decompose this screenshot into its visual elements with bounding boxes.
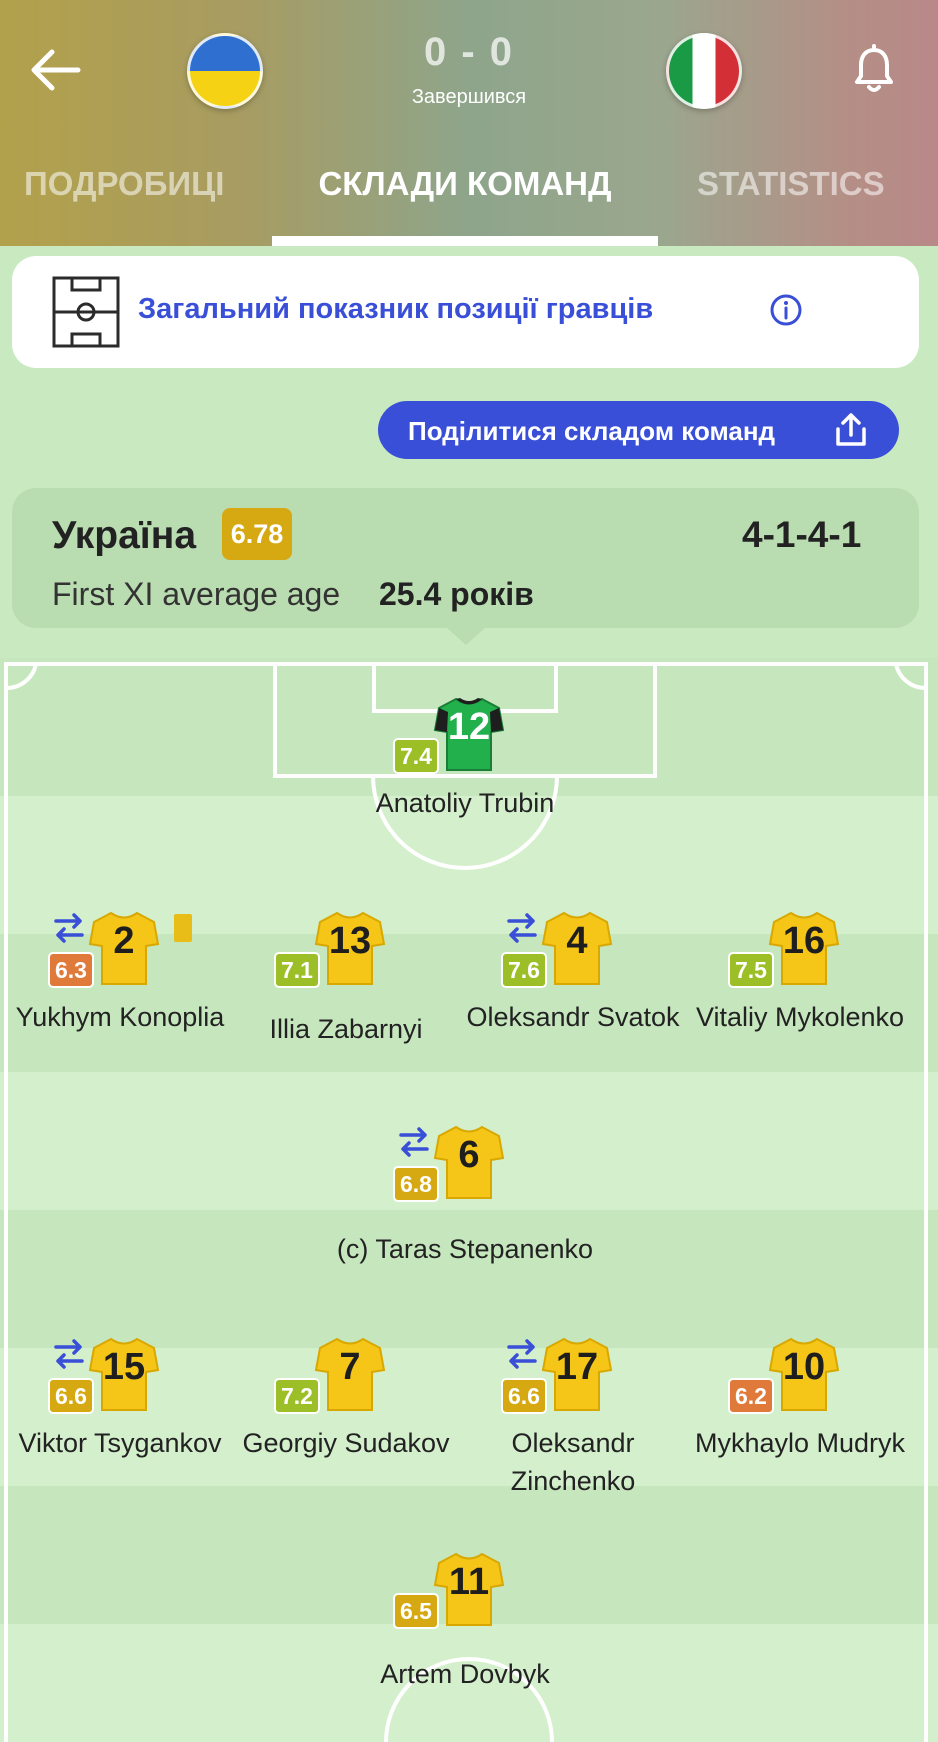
team-rating-badge: 6.78 bbox=[222, 508, 292, 560]
player-card-cb-2[interactable]: 4 7.6 Oleksandr Svatok bbox=[463, 910, 683, 1110]
pitch-icon bbox=[52, 276, 120, 348]
team-name: Україна bbox=[52, 514, 197, 557]
player-rating: 6.2 bbox=[728, 1378, 774, 1414]
share-icon bbox=[836, 413, 866, 446]
player-name: Illia Zabarnyi bbox=[269, 1014, 423, 1044]
player-number: 12 bbox=[447, 706, 491, 748]
share-lineup-label: Поділитися складом команд bbox=[408, 416, 776, 446]
player-name: Georgiy Sudakov bbox=[242, 1428, 450, 1458]
player-rating: 6.8 bbox=[393, 1166, 439, 1202]
substitution-icon bbox=[54, 1339, 84, 1369]
tab-lineups[interactable]: СКЛАДИ КОМАНД bbox=[272, 165, 658, 203]
player-number: 11 bbox=[448, 1561, 490, 1603]
player-name: Mykhaylo Mudryk bbox=[694, 1428, 906, 1458]
lineup-pitch: 12 7.4 Anatoliy Trubin 2 6.3 Yukhym Kono… bbox=[0, 658, 938, 1742]
player-name: Viktor Tsygankov bbox=[18, 1428, 222, 1458]
player-number: 15 bbox=[102, 1346, 146, 1388]
tab-statistics[interactable]: STATISTICS bbox=[697, 165, 885, 203]
player-number: 4 bbox=[566, 920, 588, 962]
home-team-flag[interactable] bbox=[187, 33, 263, 109]
substitution-icon bbox=[399, 1127, 429, 1157]
player-rating: 7.1 bbox=[274, 952, 320, 988]
yellow-card-icon bbox=[174, 914, 192, 942]
away-team-flag[interactable] bbox=[666, 33, 742, 109]
player-rating: 6.6 bbox=[501, 1378, 547, 1414]
player-card-cb-1[interactable]: 13 7.1 Illia Zabarnyi bbox=[236, 910, 456, 1110]
player-name: Vitaliy Mykolenko bbox=[695, 1002, 905, 1032]
back-button[interactable] bbox=[26, 44, 82, 96]
player-card-rm[interactable]: 15 6.6 Viktor Tsygankov bbox=[10, 1336, 230, 1536]
team-formation: 4-1-4-1 bbox=[742, 514, 862, 555]
bell-icon bbox=[855, 44, 893, 92]
player-rating: 6.3 bbox=[48, 952, 94, 988]
team-card-pointer bbox=[446, 627, 486, 645]
substitution-icon bbox=[54, 913, 84, 943]
player-name: Oleksandr Zinchenko bbox=[510, 1428, 636, 1496]
arrow-left-icon bbox=[31, 49, 81, 91]
position-rating-label: Загальний показник позиції гравців bbox=[138, 293, 654, 325]
position-rating-card[interactable]: Загальний показник позиції гравців bbox=[12, 256, 919, 368]
player-name: Artem Dovbyk bbox=[380, 1659, 550, 1689]
player-number: 16 bbox=[782, 920, 826, 962]
match-status: Завершився bbox=[411, 86, 527, 108]
player-rating: 7.4 bbox=[393, 738, 439, 774]
player-name: Oleksandr Svatok bbox=[466, 1002, 680, 1032]
player-card-gk[interactable]: 12 7.4 Anatoliy Trubin bbox=[355, 696, 575, 896]
player-number: 7 bbox=[339, 1346, 361, 1388]
player-card-dm[interactable]: 6 6.8 (c) Taras Stepanenko bbox=[337, 1124, 593, 1324]
player-rating: 6.5 bbox=[393, 1593, 439, 1629]
player-number: 13 bbox=[328, 920, 372, 962]
player-rating: 7.5 bbox=[728, 952, 774, 988]
team-summary-card: Україна 6.78 4-1-4-1 First XI average ag… bbox=[12, 488, 919, 628]
share-lineup-button[interactable]: Поділитися складом команд bbox=[378, 401, 899, 459]
match-score: 0 - 0 bbox=[423, 30, 515, 74]
player-rating: 7.6 bbox=[501, 952, 547, 988]
player-number: 17 bbox=[555, 1346, 599, 1388]
info-icon[interactable] bbox=[769, 293, 803, 327]
player-card-rb[interactable]: 2 6.3 Yukhym Konoplia bbox=[10, 910, 230, 1110]
substitution-icon bbox=[507, 1339, 537, 1369]
player-rating: 7.2 bbox=[274, 1378, 320, 1414]
player-card-lm[interactable]: 10 6.2 Mykhaylo Mudryk bbox=[690, 1336, 910, 1536]
player-name: (c) Taras Stepanenko bbox=[336, 1234, 594, 1264]
player-card-cm-1[interactable]: 7 7.2 Georgiy Sudakov bbox=[236, 1336, 456, 1536]
player-name: Yukhym Konoplia bbox=[15, 1002, 225, 1032]
player-card-st[interactable]: 11 6.5 Artem Dovbyk bbox=[355, 1551, 575, 1742]
match-header: 0 - 0 Завершився ПОДРОБИЦІ СКЛАДИ КОМАНД… bbox=[0, 0, 938, 246]
player-card-cm-2[interactable]: 17 6.6 Oleksandr Zinchenko bbox=[463, 1336, 683, 1536]
player-number: 2 bbox=[113, 920, 135, 962]
player-number: 10 bbox=[782, 1346, 826, 1388]
notifications-button[interactable] bbox=[852, 44, 896, 96]
player-number: 6 bbox=[458, 1134, 480, 1176]
substitution-icon bbox=[507, 913, 537, 943]
player-rating: 6.6 bbox=[48, 1378, 94, 1414]
average-age-value: 25.4 років bbox=[379, 576, 534, 612]
tab-details[interactable]: ПОДРОБИЦІ bbox=[24, 165, 224, 203]
player-card-lb[interactable]: 16 7.5 Vitaliy Mykolenko bbox=[690, 910, 910, 1110]
player-name: Anatoliy Trubin bbox=[375, 788, 555, 818]
active-tab-indicator bbox=[272, 236, 658, 246]
average-age-label: First XI average age bbox=[52, 576, 341, 612]
